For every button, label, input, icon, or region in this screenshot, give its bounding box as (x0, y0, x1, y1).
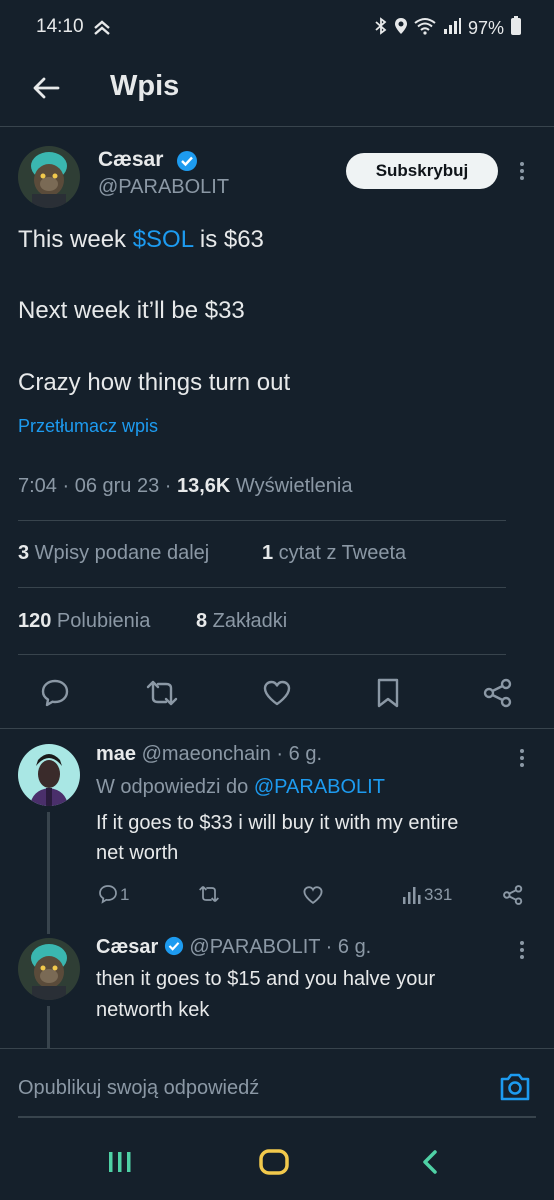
likes-stat[interactable]: 120 Polubienia (18, 610, 150, 633)
reply-text-line-1: then it goes to $15 and you halve your (96, 968, 436, 990)
page-title: Wpis (110, 70, 180, 102)
translate-link[interactable]: Przetłumacz wpis (18, 416, 158, 437)
tweet-text-end: is $63 (193, 226, 264, 253)
back-button[interactable] (26, 68, 66, 108)
more-options-icon[interactable] (512, 157, 532, 185)
more-options-icon[interactable] (512, 744, 532, 772)
like-icon[interactable] (262, 679, 292, 707)
replying-to-handle[interactable]: @PARABOLIT (254, 776, 385, 798)
replying-to: W odpowiedzi do @PARABOLIT (96, 776, 385, 799)
quotes-label: cytat z Tweeta (273, 542, 407, 564)
status-bar: 14:10 97% (0, 0, 554, 56)
reply-text-line-2: net worth (96, 842, 179, 864)
reply-text-line-1: If it goes to $33 i will buy it with my … (96, 812, 459, 834)
bookmarks-count: 8 (196, 610, 208, 632)
reply-time: · 6 g. (320, 936, 372, 958)
reply-count: 1 (120, 885, 130, 904)
reply-avatar[interactable] (18, 938, 80, 1000)
status-icons: 97% (374, 16, 522, 41)
quotes-stat[interactable]: 1 cytat z Tweeta (262, 542, 406, 565)
verified-badge-icon (164, 936, 184, 962)
quotes-count: 1 (262, 542, 274, 564)
reply-author-handle[interactable]: @maeonchain (142, 743, 271, 765)
author-name[interactable]: Cæsar (98, 148, 163, 172)
reply-avatar[interactable] (18, 744, 80, 806)
reply-text-line-2: networth kek (96, 999, 210, 1021)
home-icon[interactable] (258, 1148, 290, 1181)
navigation-arrow-icon (92, 18, 112, 43)
tweet-text-line-2: Next week it’ll be $33 (18, 297, 245, 324)
reply-author-name[interactable]: mae (96, 743, 136, 765)
bookmark-icon[interactable] (375, 677, 401, 709)
subscribe-button[interactable]: Subskrybuj (346, 153, 498, 189)
reposts-label: Wpisy podane dalej (29, 542, 210, 564)
reply-time: · 6 g. (270, 743, 323, 765)
tweet-text-line-3: Crazy how things turn out (18, 369, 291, 396)
tweet-meta: 7:04 · 06 gru 23 · 13,6K Wyświetlenia (18, 475, 352, 498)
system-navigation-bar (0, 1120, 554, 1200)
bookmarks-label: Zakładki (207, 610, 288, 632)
share-icon[interactable] (482, 677, 514, 709)
divider (0, 728, 554, 729)
divider (18, 654, 506, 655)
reply-header: mae @maeonchain · 6 g. (96, 743, 322, 766)
wifi-icon (414, 17, 436, 40)
bookmarks-stat[interactable]: 8 Zakładki (196, 610, 287, 633)
reply-icon[interactable] (40, 678, 70, 708)
reply-header: Cæsar @PARABOLIT · 6 g. (96, 936, 371, 962)
verified-badge-icon (176, 150, 198, 177)
status-time: 14:10 (36, 16, 84, 37)
author-avatar[interactable] (18, 146, 80, 208)
reply-input[interactable]: Opublikuj swoją odpowiedź (18, 1066, 478, 1110)
camera-icon[interactable] (498, 1072, 532, 1107)
reply-author-name[interactable]: Cæsar (96, 936, 158, 958)
views-count: 13,6K (176, 475, 231, 497)
location-icon (394, 17, 408, 40)
thread-line (47, 812, 50, 934)
thread-line (47, 1006, 50, 1048)
reposts-count: 3 (18, 542, 30, 564)
divider (18, 587, 506, 588)
reply-views-count: 331 (424, 885, 453, 904)
replying-to-prefix: W odpowiedzi do (96, 776, 254, 798)
more-options-icon[interactable] (512, 936, 532, 964)
battery-percentage: 97% (467, 18, 504, 38)
bluetooth-icon (374, 17, 388, 40)
views-icon[interactable] (402, 885, 422, 905)
top-bar: Wpis (0, 56, 554, 127)
reply-author-handle[interactable]: @PARABOLIT (189, 936, 320, 958)
share-icon[interactable] (502, 884, 524, 906)
reply-underline (18, 1116, 536, 1118)
cashtag-link[interactable]: $SOL (133, 226, 193, 253)
tweet-text-start: This week (18, 226, 133, 253)
retweet-icon[interactable] (145, 678, 179, 708)
divider (18, 520, 506, 521)
like-icon[interactable] (302, 885, 324, 905)
tweet-timestamp: 7:04 · 06 gru 23 · (18, 475, 177, 497)
arrow-left-icon (33, 77, 60, 99)
reply-icon[interactable] (98, 884, 118, 904)
back-nav-icon[interactable] (418, 1148, 442, 1181)
likes-label: Polubienia (51, 610, 151, 632)
retweet-icon[interactable] (197, 884, 221, 904)
battery-icon (510, 16, 522, 41)
author-handle[interactable]: @PARABOLIT (98, 176, 229, 199)
recent-apps-icon[interactable] (106, 1150, 134, 1179)
views-label: Wyświetlenia (230, 475, 353, 497)
signal-icon (442, 17, 462, 40)
reposts-stat[interactable]: 3 Wpisy podane dalej (18, 542, 209, 565)
tweet-text-line-1: This week $SOL is $63 (18, 226, 264, 254)
likes-count: 120 (18, 610, 52, 632)
